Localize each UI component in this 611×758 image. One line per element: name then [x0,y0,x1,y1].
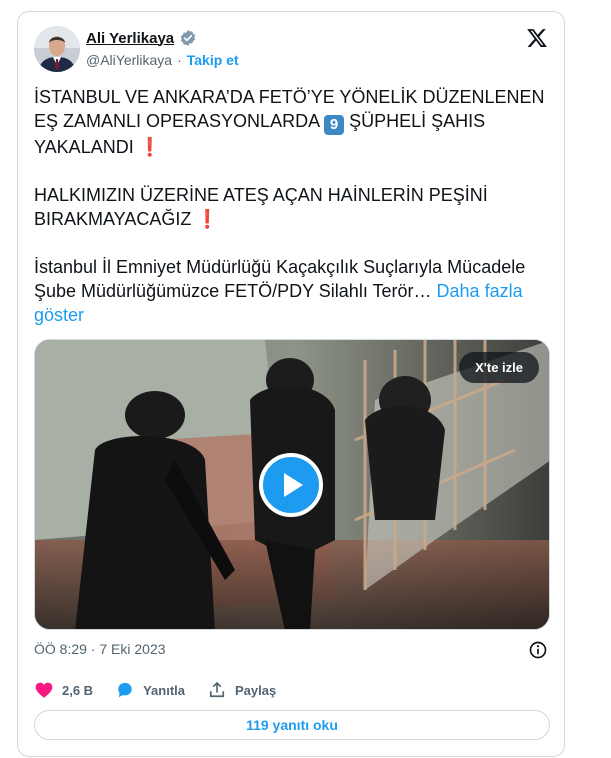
watch-on-x-button[interactable]: X'te izle [459,352,539,383]
info-icon[interactable] [528,640,548,660]
tweet-text-segment: HALKIMIZIN ÜZERİNE ATEŞ AÇAN HAİNLERİN P… [34,185,488,229]
tweet-timestamp[interactable]: ÖÖ 8:29 · 7 Eki 2023 [34,641,166,657]
author-handle[interactable]: @AliYerlikaya [86,52,172,68]
tweet-actions: 2,6 B Yanıtla Paylaş [34,680,298,700]
tweet-card[interactable]: Ali Yerlikaya @AliYerlikaya · Takip et İ… [17,11,565,757]
tweet-paragraph-2: HALKIMIZIN ÜZERİNE ATEŞ AÇAN HAİNLERİN P… [34,183,554,231]
verified-badge-icon [181,30,196,46]
avatar[interactable] [34,26,80,72]
x-logo-icon[interactable] [526,27,548,49]
share-label: Paylaş [235,682,277,698]
reply-button[interactable]: Yanıtla [115,680,185,700]
handle-separator: · [177,52,182,68]
video-player[interactable]: X'te izle [34,339,550,630]
author-name[interactable]: Ali Yerlikaya [86,30,174,47]
read-replies-button[interactable]: 119 yanıtı oku [34,710,550,740]
exclamation-emoji: ❗ [196,209,219,229]
share-button[interactable]: Paylaş [207,680,276,700]
keycap-nine-emoji: 9 [324,115,345,135]
heart-icon [35,682,53,698]
play-icon [284,473,303,497]
reply-bubble-icon [118,682,132,698]
reply-label: Yanıtla [143,682,185,698]
share-icon [209,682,225,698]
exclamation-emoji: ❗ [138,137,162,157]
like-button[interactable]: 2,6 B [34,680,93,700]
tweet-paragraph-3: İstanbul İl Emniyet Müdürlüğü Kaçakçılık… [34,255,554,327]
play-button[interactable] [259,453,323,517]
like-count: 2,6 B [62,682,94,698]
tweet-text: İSTANBUL VE ANKARA’DA FETÖ’YE YÖNELİK DÜ… [34,85,554,327]
tweet-paragraph-1: İSTANBUL VE ANKARA’DA FETÖ’YE YÖNELİK DÜ… [34,85,554,159]
follow-button[interactable]: Takip et [187,52,239,68]
